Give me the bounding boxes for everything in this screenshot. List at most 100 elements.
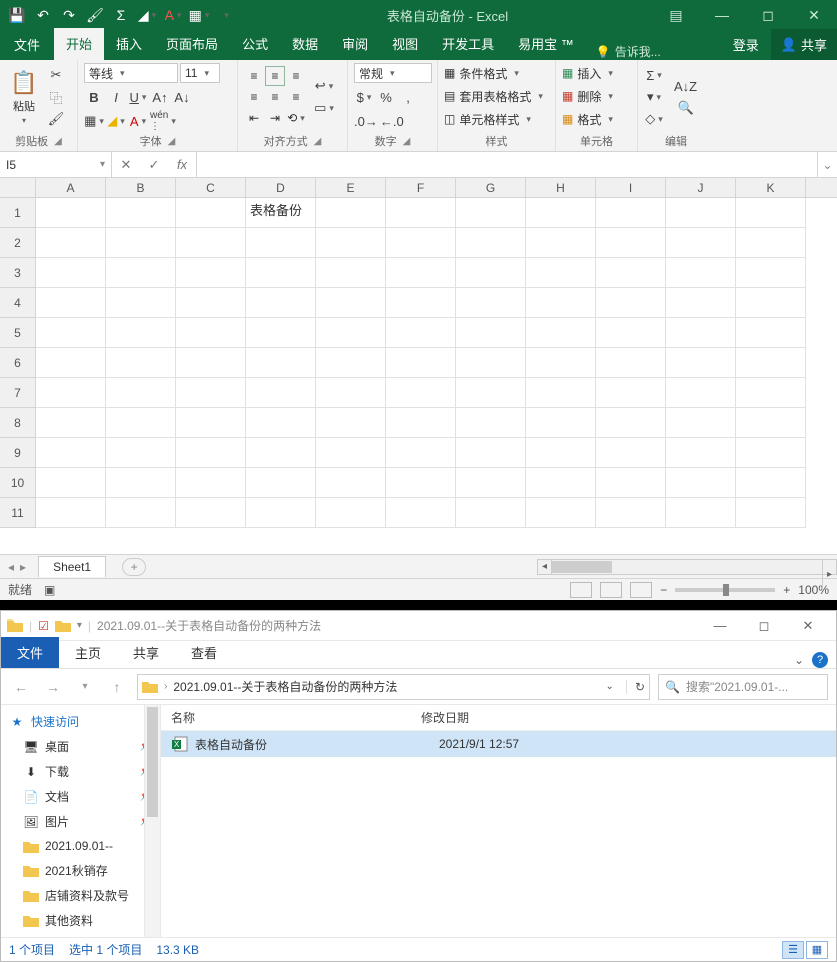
- cell[interactable]: [176, 378, 246, 408]
- cell[interactable]: [596, 378, 666, 408]
- select-all-corner[interactable]: [0, 178, 36, 197]
- align-middle[interactable]: ≡: [265, 66, 285, 86]
- fill-button[interactable]: ▾: [644, 87, 664, 107]
- cell[interactable]: [526, 438, 596, 468]
- view-details-icon[interactable]: ☰: [782, 941, 804, 959]
- view-pagebreak-icon[interactable]: [630, 582, 652, 598]
- macro-record-icon[interactable]: ▣: [44, 583, 55, 597]
- cell[interactable]: [36, 498, 106, 528]
- row-header[interactable]: 11: [0, 498, 36, 528]
- row-header[interactable]: 6: [0, 348, 36, 378]
- cell[interactable]: [316, 288, 386, 318]
- row-header[interactable]: 9: [0, 438, 36, 468]
- cell[interactable]: [666, 198, 736, 228]
- font-color-button[interactable]: A: [128, 111, 148, 131]
- nav-recent-icon[interactable]: ▾: [73, 675, 97, 699]
- nav-back-button[interactable]: ←: [9, 675, 33, 699]
- view-normal-icon[interactable]: [570, 582, 592, 598]
- tab-view[interactable]: 视图: [380, 28, 430, 60]
- align-right[interactable]: ≡: [286, 87, 306, 107]
- cell[interactable]: [596, 318, 666, 348]
- cell[interactable]: [736, 198, 806, 228]
- cell[interactable]: [246, 318, 316, 348]
- col-header[interactable]: B: [106, 178, 176, 197]
- cell[interactable]: [316, 498, 386, 528]
- cells-format-button[interactable]: ▦格式: [562, 109, 613, 129]
- cell[interactable]: [596, 408, 666, 438]
- close-button[interactable]: ✕: [791, 0, 837, 30]
- sort-filter-button[interactable]: A↓Z: [674, 76, 697, 96]
- cell[interactable]: [526, 288, 596, 318]
- cell[interactable]: [316, 468, 386, 498]
- cell[interactable]: [596, 348, 666, 378]
- cell[interactable]: [246, 258, 316, 288]
- explorer-tab-home[interactable]: 主页: [59, 637, 117, 668]
- border-icon[interactable]: ▦: [190, 6, 208, 24]
- nav-up-button[interactable]: ↑: [105, 675, 129, 699]
- cell[interactable]: [106, 408, 176, 438]
- cell[interactable]: [316, 258, 386, 288]
- font-name-combo[interactable]: 等线: [84, 63, 178, 83]
- cell[interactable]: [736, 318, 806, 348]
- scroll-left-icon[interactable]: ◂: [538, 560, 552, 574]
- cell[interactable]: [736, 348, 806, 378]
- cell[interactable]: [316, 348, 386, 378]
- cell[interactable]: [526, 318, 596, 348]
- formula-input[interactable]: [197, 152, 817, 177]
- cell[interactable]: [316, 318, 386, 348]
- cell[interactable]: [666, 258, 736, 288]
- format-painter-button[interactable]: 🖌: [46, 109, 66, 129]
- cell[interactable]: [666, 378, 736, 408]
- cut-button[interactable]: ✂: [46, 65, 66, 85]
- save-icon[interactable]: 💾: [8, 6, 26, 24]
- currency-button[interactable]: $: [354, 87, 374, 107]
- cell[interactable]: [736, 438, 806, 468]
- cell[interactable]: [176, 318, 246, 348]
- cell[interactable]: [106, 498, 176, 528]
- cell[interactable]: [36, 318, 106, 348]
- number-dialog-icon[interactable]: ◢: [403, 136, 411, 147]
- share-button[interactable]: 👤共享: [771, 29, 837, 60]
- cell[interactable]: [316, 378, 386, 408]
- expand-formula-icon[interactable]: ⌄: [817, 152, 837, 177]
- cell[interactable]: [736, 378, 806, 408]
- col-header[interactable]: F: [386, 178, 456, 197]
- scroll-right-icon[interactable]: ▸: [822, 560, 836, 590]
- cell[interactable]: [526, 378, 596, 408]
- cell-style-button[interactable]: ◫单元格样式: [444, 109, 531, 129]
- explorer-close-button[interactable]: ✕: [786, 612, 830, 640]
- cell[interactable]: [36, 288, 106, 318]
- nav-item[interactable]: 店铺资料及款号: [1, 883, 160, 908]
- cell[interactable]: [176, 468, 246, 498]
- cell[interactable]: [386, 288, 456, 318]
- column-headers[interactable]: 名称 修改日期: [161, 705, 836, 731]
- breadcrumb[interactable]: › 2021.09.01--关于表格自动备份的两种方法 ⌄ ↻: [137, 674, 650, 700]
- cell[interactable]: [386, 318, 456, 348]
- col-header[interactable]: G: [456, 178, 526, 197]
- col-name[interactable]: 名称: [171, 709, 421, 726]
- cell[interactable]: [596, 468, 666, 498]
- nav-item[interactable]: 🖥桌面📌: [1, 734, 160, 759]
- cell[interactable]: [596, 198, 666, 228]
- view-layout-icon[interactable]: [600, 582, 622, 598]
- cell[interactable]: [456, 258, 526, 288]
- chevron-right-icon[interactable]: ›: [164, 681, 167, 692]
- dec-decimal-button[interactable]: ←.0: [380, 111, 404, 131]
- row-header[interactable]: 4: [0, 288, 36, 318]
- maximize-button[interactable]: ◻: [745, 0, 791, 30]
- border-button[interactable]: ▦: [84, 111, 104, 131]
- inc-decimal-button[interactable]: .0→: [354, 111, 378, 131]
- row-header[interactable]: 8: [0, 408, 36, 438]
- cell[interactable]: [386, 408, 456, 438]
- tell-me[interactable]: 💡告诉我...: [596, 43, 661, 60]
- cell[interactable]: [36, 438, 106, 468]
- cell[interactable]: [526, 348, 596, 378]
- tab-file[interactable]: 文件: [0, 29, 54, 60]
- decrease-font-button[interactable]: A↓: [172, 87, 192, 107]
- cell[interactable]: [666, 288, 736, 318]
- cell[interactable]: [176, 198, 246, 228]
- brush-icon[interactable]: 🖌: [86, 6, 104, 24]
- cell[interactable]: [176, 228, 246, 258]
- find-button[interactable]: 🔍: [674, 98, 697, 118]
- cell[interactable]: [386, 438, 456, 468]
